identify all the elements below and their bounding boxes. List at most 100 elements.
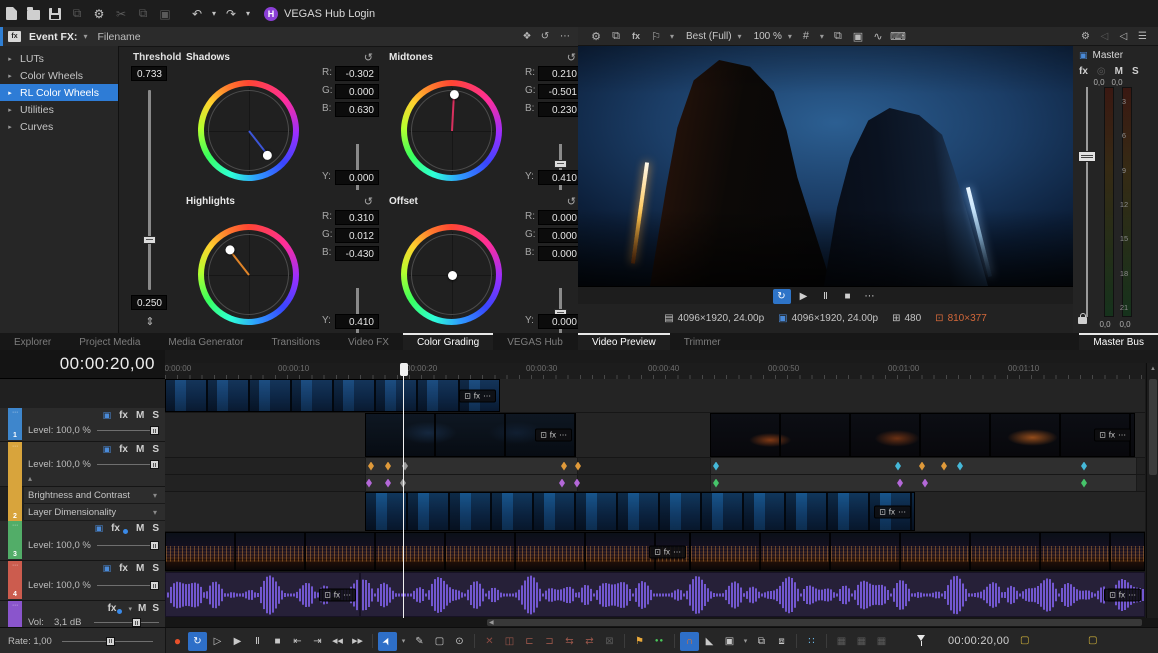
color-wheel-ring[interactable] xyxy=(198,80,299,181)
undo-icon[interactable]: ↶ xyxy=(186,5,208,23)
preview-zoom-select[interactable]: 100 % xyxy=(754,31,782,42)
audio-event[interactable]: ⊡fx⋯ xyxy=(360,572,1145,617)
auto-crossfade-button[interactable]: ◣ xyxy=(700,632,719,651)
selection-end-bracket-icon[interactable]: ▢ xyxy=(1088,635,1099,646)
lock-events-button[interactable]: ⊠ xyxy=(600,632,619,651)
track-header-3[interactable]: ⋯3 ▣fxMS Level: 100,0 % xyxy=(0,521,165,561)
crop-icon[interactable]: ⊡ xyxy=(654,547,661,556)
track-header-2[interactable]: ⋯2 ▣fxMS Level: 100,0 % ▴ xyxy=(0,442,165,487)
redo-dropdown-icon[interactable]: ▾ xyxy=(242,5,254,23)
preview-pause-button[interactable]: Ⅱ xyxy=(817,289,835,304)
track-solo-button[interactable]: S xyxy=(152,523,159,534)
timeline-vertical-scrollbar[interactable]: ▲ xyxy=(1146,363,1158,618)
open-project-icon[interactable] xyxy=(22,5,44,23)
grid-overlay-icon[interactable]: # xyxy=(796,27,816,46)
sidebar-item-color-wheels[interactable]: ▸Color Wheels xyxy=(0,67,118,84)
lock-icon[interactable] xyxy=(1078,317,1087,324)
master-fader[interactable] xyxy=(1086,87,1088,317)
master-fx-button[interactable]: fx xyxy=(1079,66,1088,77)
color-wheel-ring[interactable] xyxy=(401,80,502,181)
preview-quality-select[interactable]: Best (Full) xyxy=(686,31,732,42)
normal-edit-tool-button[interactable]: ➤ xyxy=(378,632,397,651)
event-fx-icon[interactable]: fx xyxy=(1109,431,1115,440)
event-fx-icon[interactable]: fx xyxy=(889,507,895,516)
overlays-dropdown-icon[interactable]: ▾ xyxy=(666,32,678,41)
trim-end-button[interactable]: ⊐ xyxy=(540,632,559,651)
crop-icon[interactable]: ⊡ xyxy=(540,431,547,440)
color-gradients-button[interactable]: ∷ xyxy=(802,632,821,651)
new-project-icon[interactable] xyxy=(0,5,22,23)
split-events-button[interactable]: ◫ xyxy=(500,632,519,651)
reset-icon[interactable]: ↺ xyxy=(567,51,576,64)
ungroup-button[interactable]: ▦ xyxy=(852,632,871,651)
video-event[interactable]: ⊡fx⋯ xyxy=(165,379,500,412)
track-fx-button[interactable]: fx xyxy=(111,523,120,534)
event-buttons[interactable]: ⊡fx⋯ xyxy=(1104,588,1141,601)
playhead[interactable] xyxy=(403,363,404,618)
threshold-bottom-value[interactable]: 0.250 xyxy=(131,295,167,310)
insert-region-button[interactable]: ●● xyxy=(650,632,669,651)
event-buttons[interactable]: ⊡fx⋯ xyxy=(874,505,911,518)
timeline-timecode-display[interactable]: 00:00:20,00 xyxy=(0,350,165,379)
threshold-range-icon[interactable]: ⇕ xyxy=(141,314,159,328)
go-to-end-button[interactable]: ⇥ xyxy=(308,632,327,651)
r-value[interactable]: 0.000 xyxy=(538,210,582,225)
shadows-color-wheel[interactable]: Shadows ↺ R:-0.302 G:0.000 B:0.630 Y:0.0… xyxy=(175,51,383,195)
g-value[interactable]: 0.012 xyxy=(335,228,379,243)
more-icon[interactable]: ⋯ xyxy=(343,590,351,599)
insert-marker-button[interactable]: ⚑ xyxy=(630,632,649,651)
preview-play-button[interactable]: ▶ xyxy=(795,289,813,304)
r-value[interactable]: 0.310 xyxy=(335,210,379,225)
collapse-automation-icon[interactable]: ▴ xyxy=(28,474,32,483)
crop-icon[interactable]: ⊡ xyxy=(879,507,886,516)
status-timecode[interactable]: 00:00:20,00 xyxy=(948,635,1009,647)
more-icon[interactable]: ⋯ xyxy=(483,391,491,400)
reset-icon[interactable]: ↺ xyxy=(567,195,576,208)
reset-chain-icon[interactable]: ↺ xyxy=(536,27,554,46)
grid-dropdown-icon[interactable]: ▾ xyxy=(816,32,828,41)
automation-row-layer-dimensionality[interactable]: Layer Dimensionality▾ xyxy=(24,504,165,521)
sidebar-item-curves[interactable]: ▸Curves xyxy=(0,118,118,135)
loudness-meters-icon[interactable]: ∿ xyxy=(868,27,888,46)
quality-dropdown-icon[interactable]: ▾ xyxy=(734,32,746,41)
track-mute-button[interactable]: M xyxy=(136,523,144,534)
master-solo-button[interactable]: S xyxy=(1132,66,1139,77)
preview-settings-icon[interactable]: ⚙ xyxy=(586,27,606,46)
rate-slider[interactable] xyxy=(62,641,153,642)
group-selection-button[interactable]: ▦ xyxy=(832,632,851,651)
volume-slider[interactable] xyxy=(94,622,159,623)
event-fx-dropdown-icon[interactable]: ▾ xyxy=(83,32,87,41)
master-fader-handle[interactable] xyxy=(1078,151,1096,162)
vertical-scroll-thumb[interactable] xyxy=(1149,379,1157,475)
tab-master-bus[interactable]: Master Bus xyxy=(1079,333,1158,350)
video-event[interactable]: ⊡fx⋯ xyxy=(365,413,576,457)
tab-explorer[interactable]: Explorer xyxy=(0,333,65,350)
sidebar-item-utilities[interactable]: ▸Utilities xyxy=(0,101,118,118)
mixer-faders-icon[interactable]: ☰ xyxy=(1134,28,1151,45)
audio-event[interactable]: ⊡fx⋯ xyxy=(165,572,360,617)
crop-icon[interactable]: ⊡ xyxy=(464,391,471,400)
track-mute-button[interactable]: M xyxy=(136,444,144,455)
master-mute-button[interactable]: M xyxy=(1115,66,1123,77)
scroll-left-icon[interactable]: ◀ xyxy=(489,619,494,626)
slide-events-button[interactable]: ⇄ xyxy=(580,632,599,651)
video-frame[interactable] xyxy=(578,46,1073,286)
chevron-down-icon[interactable]: ▾ xyxy=(153,491,157,500)
save-snapshot-icon[interactable]: ▣ xyxy=(848,27,868,46)
y-value[interactable]: 0.410 xyxy=(335,314,379,329)
reset-icon[interactable]: ↺ xyxy=(364,51,373,64)
external-display-icon[interactable]: ⧉ xyxy=(606,27,626,46)
event-buttons[interactable]: ⊡fx⋯ xyxy=(319,588,356,601)
video-output-fx-icon[interactable]: fx xyxy=(626,27,646,46)
more-icon[interactable]: ⋯ xyxy=(1118,431,1126,440)
selection-edit-tool-button[interactable]: ▢ xyxy=(430,632,449,651)
tab-video-preview[interactable]: Video Preview xyxy=(578,333,670,350)
track-solo-button[interactable]: S xyxy=(152,444,159,455)
b-value[interactable]: 0.630 xyxy=(335,102,379,117)
wheel-pointer-dot[interactable] xyxy=(449,89,458,98)
tab-video-fx[interactable]: Video FX xyxy=(334,333,403,350)
event-buttons[interactable]: ⊡fx⋯ xyxy=(1094,429,1131,442)
tab-project-media[interactable]: Project Media xyxy=(65,333,154,350)
color-wheel-ring[interactable] xyxy=(198,224,299,325)
marker-pin-icon[interactable] xyxy=(917,635,925,647)
